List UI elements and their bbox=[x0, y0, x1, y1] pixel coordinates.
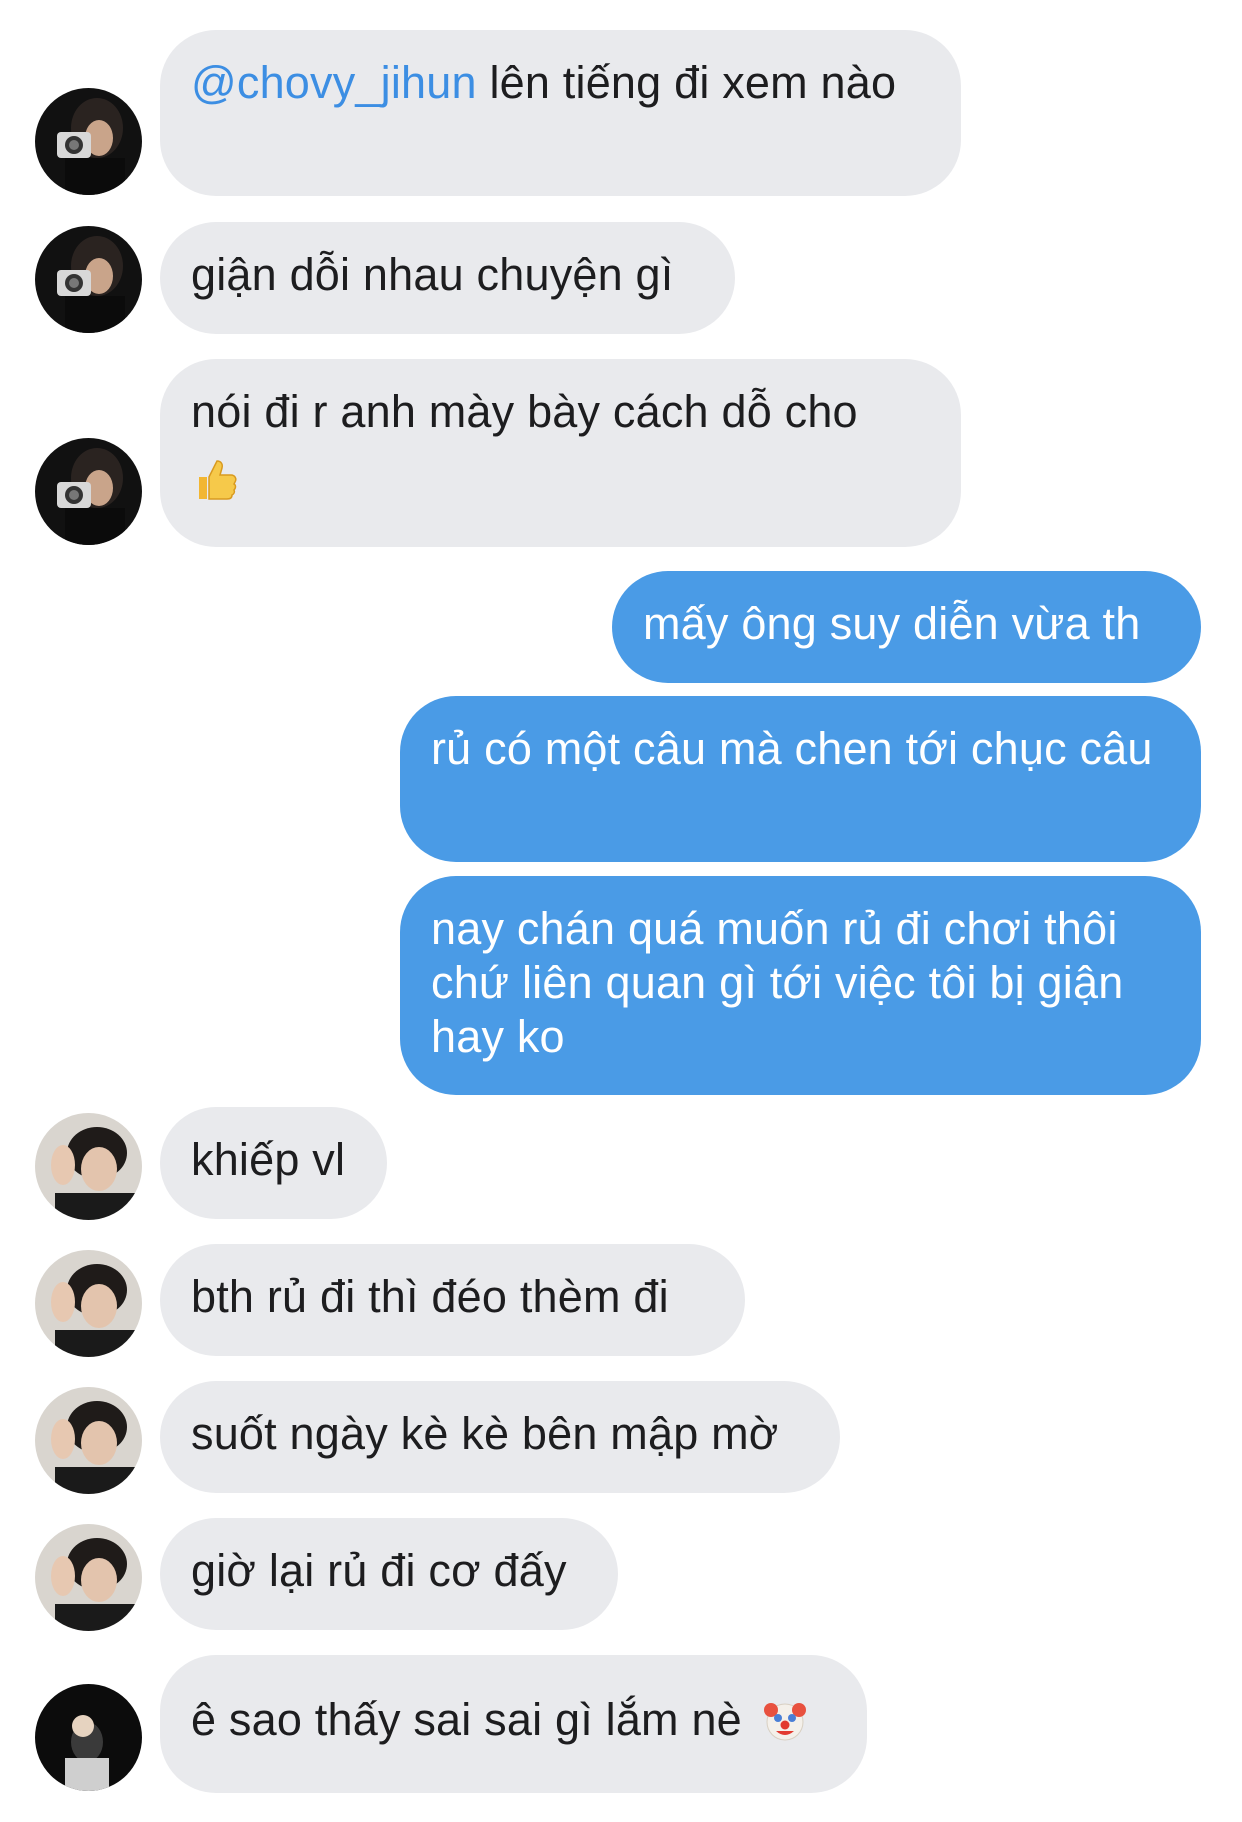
message-text: suốt ngày kè kè bên mập mờ bbox=[191, 1408, 779, 1459]
message-bubble-outgoing[interactable]: mấy ông suy diễn vừa th bbox=[612, 571, 1201, 683]
message-bubble[interactable]: ê sao thấy sai sai gì lắm nè bbox=[160, 1655, 867, 1793]
message-bubble[interactable]: giận dỗi nhau chuyện gì bbox=[160, 222, 735, 334]
message-bubble-outgoing[interactable]: rủ có một câu mà chen tới chục câu bbox=[400, 696, 1201, 862]
message-text: bth rủ đi thì đéo thèm đi bbox=[191, 1271, 669, 1322]
message-text: giờ lại rủ đi cơ đấy bbox=[191, 1545, 567, 1596]
message-bubble[interactable]: @chovy_jihun lên tiếng đi xem nào bbox=[160, 30, 961, 196]
clown-face-icon bbox=[763, 1703, 806, 1741]
message-bubble[interactable]: bth rủ đi thì đéo thèm đi bbox=[160, 1244, 745, 1356]
sender-avatar[interactable] bbox=[35, 438, 142, 545]
user-mention-link[interactable]: @chovy_jihun bbox=[191, 57, 477, 108]
sender-avatar[interactable] bbox=[35, 1684, 142, 1791]
message-text: khiếp vl bbox=[191, 1134, 346, 1185]
message-text: nay chán quá muốn rủ đi chơi thôi chứ li… bbox=[431, 903, 1124, 1062]
sender-avatar[interactable] bbox=[35, 1113, 142, 1220]
message-text: ê sao thấy sai sai gì lắm nè bbox=[191, 1694, 742, 1745]
message-bubble[interactable]: khiếp vl bbox=[160, 1107, 387, 1219]
message-text: nói đi r anh mày bày cách dỗ cho bbox=[191, 386, 858, 437]
message-bubble[interactable]: giờ lại rủ đi cơ đấy bbox=[160, 1518, 618, 1630]
message-text: rủ có một câu mà chen tới chục câu bbox=[431, 723, 1153, 774]
message-bubble-outgoing[interactable]: nay chán quá muốn rủ đi chơi thôi chứ li… bbox=[400, 876, 1201, 1095]
message-text: giận dỗi nhau chuyện gì bbox=[191, 249, 674, 300]
message-bubble[interactable]: suốt ngày kè kè bên mập mờ bbox=[160, 1381, 840, 1493]
sender-avatar[interactable] bbox=[35, 1250, 142, 1357]
sender-avatar[interactable] bbox=[35, 1387, 142, 1494]
sender-avatar[interactable] bbox=[35, 1524, 142, 1631]
sender-avatar[interactable] bbox=[35, 88, 142, 195]
message-text: mấy ông suy diễn vừa th bbox=[643, 598, 1141, 649]
thumbs-up-icon bbox=[199, 460, 237, 500]
sender-avatar[interactable] bbox=[35, 226, 142, 333]
message-bubble[interactable]: nói đi r anh mày bày cách dỗ cho bbox=[160, 359, 961, 547]
message-text: lên tiếng đi xem nào bbox=[476, 57, 897, 108]
